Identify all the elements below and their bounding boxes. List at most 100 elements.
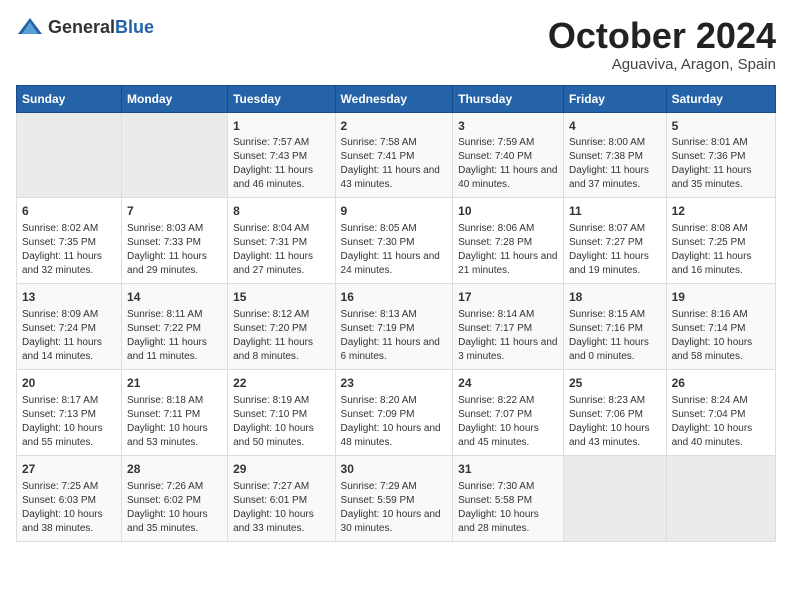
day-info: Sunrise: 8:08 AMSunset: 7:25 PMDaylight:… <box>672 222 770 278</box>
day-number: 15 <box>233 289 329 306</box>
day-info: Sunrise: 8:00 AMSunset: 7:38 PMDaylight:… <box>569 136 661 192</box>
calendar-cell <box>666 455 775 541</box>
day-number: 24 <box>458 375 558 392</box>
day-number: 13 <box>22 289 116 306</box>
title-block: October 2024 Aguaviva, Aragon, Spain <box>548 16 776 73</box>
day-number: 14 <box>127 289 222 306</box>
day-number: 17 <box>458 289 558 306</box>
day-info: Sunrise: 8:06 AMSunset: 7:28 PMDaylight:… <box>458 222 558 278</box>
calendar-cell <box>122 112 228 198</box>
day-info: Sunrise: 8:15 AMSunset: 7:16 PMDaylight:… <box>569 308 661 364</box>
logo-general: General <box>48 17 115 37</box>
day-number: 7 <box>127 203 222 220</box>
day-number: 3 <box>458 118 558 135</box>
calendar-cell: 3Sunrise: 7:59 AMSunset: 7:40 PMDaylight… <box>453 112 564 198</box>
day-info: Sunrise: 8:23 AMSunset: 7:06 PMDaylight:… <box>569 394 661 450</box>
calendar-cell: 2Sunrise: 7:58 AMSunset: 7:41 PMDaylight… <box>335 112 453 198</box>
calendar-cell: 22 Sunrise: 8:19 AMSunset: 7:10 PMDayligh… <box>228 369 335 455</box>
day-number: 30 <box>341 461 448 478</box>
day-number: 26 <box>672 375 770 392</box>
day-number: 27 <box>22 461 116 478</box>
day-info: Sunrise: 8:14 AMSunset: 7:17 PMDaylight:… <box>458 308 558 364</box>
day-info: Sunrise: 8:03 AMSunset: 7:33 PMDaylight:… <box>127 222 222 278</box>
day-number: 10 <box>458 203 558 220</box>
day-number: 31 <box>458 461 558 478</box>
day-number: 22 <box>233 375 329 392</box>
calendar-cell: 17 Sunrise: 8:14 AMSunset: 7:17 PMDayligh… <box>453 284 564 370</box>
calendar-cell: 1Sunrise: 7:57 AMSunset: 7:43 PMDaylight… <box>228 112 335 198</box>
day-info: Sunrise: 7:26 AMSunset: 6:02 PMDaylight:… <box>127 480 222 536</box>
day-number: 20 <box>22 375 116 392</box>
day-number: 18 <box>569 289 661 306</box>
calendar-cell: 28Sunrise: 7:26 AMSunset: 6:02 PMDayligh… <box>122 455 228 541</box>
page-header: GeneralBlue October 2024 Aguaviva, Arago… <box>16 16 776 73</box>
calendar-cell: 8 Sunrise: 8:04 AMSunset: 7:31 PMDaylight… <box>228 198 335 284</box>
day-number: 2 <box>341 118 448 135</box>
calendar-week-row: 1Sunrise: 7:57 AMSunset: 7:43 PMDaylight… <box>17 112 776 198</box>
calendar-cell: 15 Sunrise: 8:12 AMSunset: 7:20 PMDayligh… <box>228 284 335 370</box>
day-info: Sunrise: 8:07 AMSunset: 7:27 PMDaylight:… <box>569 222 661 278</box>
day-number: 12 <box>672 203 770 220</box>
calendar-cell: 5Sunrise: 8:01 AMSunset: 7:36 PMDaylight… <box>666 112 775 198</box>
calendar-cell: 26 Sunrise: 8:24 AMSunset: 7:04 PMDayligh… <box>666 369 775 455</box>
day-info: Sunrise: 7:59 AMSunset: 7:40 PMDaylight:… <box>458 136 558 192</box>
calendar-cell: 21Sunrise: 8:18 AMSunset: 7:11 PMDayligh… <box>122 369 228 455</box>
day-number: 25 <box>569 375 661 392</box>
day-number: 1 <box>233 118 329 135</box>
column-header-monday: Monday <box>122 85 228 112</box>
day-number: 9 <box>341 203 448 220</box>
day-info: Sunrise: 8:16 AMSunset: 7:14 PMDaylight:… <box>672 308 770 364</box>
calendar-cell: 18 Sunrise: 8:15 AMSunset: 7:16 PMDayligh… <box>563 284 666 370</box>
calendar-header-row: SundayMondayTuesdayWednesdayThursdayFrid… <box>17 85 776 112</box>
location-title: Aguaviva, Aragon, Spain <box>548 56 776 73</box>
logo-blue: Blue <box>115 17 154 37</box>
day-number: 16 <box>341 289 448 306</box>
calendar-week-row: 20Sunrise: 8:17 AMSunset: 7:13 PMDayligh… <box>17 369 776 455</box>
calendar-cell: 10 Sunrise: 8:06 AMSunset: 7:28 PMDayligh… <box>453 198 564 284</box>
calendar-table: SundayMondayTuesdayWednesdayThursdayFrid… <box>16 85 776 542</box>
day-info: Sunrise: 7:30 AMSunset: 5:58 PMDaylight:… <box>458 480 558 536</box>
day-info: Sunrise: 8:02 AMSunset: 7:35 PMDaylight:… <box>22 222 116 278</box>
day-info: Sunrise: 8:05 AMSunset: 7:30 PMDaylight:… <box>341 222 448 278</box>
calendar-cell: 30 Sunrise: 7:29 AMSunset: 5:59 PMDayligh… <box>335 455 453 541</box>
day-number: 29 <box>233 461 329 478</box>
calendar-week-row: 13 Sunrise: 8:09 AMSunset: 7:24 PMDayligh… <box>17 284 776 370</box>
calendar-week-row: 6 Sunrise: 8:02 AMSunset: 7:35 PMDaylight… <box>17 198 776 284</box>
calendar-cell: 16Sunrise: 8:13 AMSunset: 7:19 PMDayligh… <box>335 284 453 370</box>
day-info: Sunrise: 8:19 AMSunset: 7:10 PMDaylight:… <box>233 394 329 450</box>
month-title: October 2024 <box>548 16 776 56</box>
day-info: Sunrise: 8:12 AMSunset: 7:20 PMDaylight:… <box>233 308 329 364</box>
day-info: Sunrise: 7:27 AMSunset: 6:01 PMDaylight:… <box>233 480 329 536</box>
calendar-cell: 7 Sunrise: 8:03 AMSunset: 7:33 PMDaylight… <box>122 198 228 284</box>
calendar-cell: 20Sunrise: 8:17 AMSunset: 7:13 PMDayligh… <box>17 369 122 455</box>
day-info: Sunrise: 8:04 AMSunset: 7:31 PMDaylight:… <box>233 222 329 278</box>
calendar-cell <box>563 455 666 541</box>
logo-icon <box>16 16 44 38</box>
logo: GeneralBlue <box>16 16 154 38</box>
day-number: 21 <box>127 375 222 392</box>
calendar-cell: 11Sunrise: 8:07 AMSunset: 7:27 PMDayligh… <box>563 198 666 284</box>
day-info: Sunrise: 8:09 AMSunset: 7:24 PMDaylight:… <box>22 308 116 364</box>
calendar-cell: 6 Sunrise: 8:02 AMSunset: 7:35 PMDaylight… <box>17 198 122 284</box>
calendar-cell: 9 Sunrise: 8:05 AMSunset: 7:30 PMDaylight… <box>335 198 453 284</box>
day-number: 8 <box>233 203 329 220</box>
day-info: Sunrise: 8:01 AMSunset: 7:36 PMDaylight:… <box>672 136 770 192</box>
day-info: Sunrise: 7:29 AMSunset: 5:59 PMDaylight:… <box>341 480 448 536</box>
calendar-cell: 19Sunrise: 8:16 AMSunset: 7:14 PMDayligh… <box>666 284 775 370</box>
column-header-sunday: Sunday <box>17 85 122 112</box>
column-header-wednesday: Wednesday <box>335 85 453 112</box>
calendar-cell: 4Sunrise: 8:00 AMSunset: 7:38 PMDaylight… <box>563 112 666 198</box>
logo-text: GeneralBlue <box>48 17 154 38</box>
day-info: Sunrise: 8:24 AMSunset: 7:04 PMDaylight:… <box>672 394 770 450</box>
day-number: 4 <box>569 118 661 135</box>
day-number: 6 <box>22 203 116 220</box>
day-info: Sunrise: 7:57 AMSunset: 7:43 PMDaylight:… <box>233 136 329 192</box>
column-header-tuesday: Tuesday <box>228 85 335 112</box>
column-header-thursday: Thursday <box>453 85 564 112</box>
calendar-cell: 13 Sunrise: 8:09 AMSunset: 7:24 PMDayligh… <box>17 284 122 370</box>
calendar-cell: 31 Sunrise: 7:30 AMSunset: 5:58 PMDayligh… <box>453 455 564 541</box>
day-info: Sunrise: 7:58 AMSunset: 7:41 PMDaylight:… <box>341 136 448 192</box>
day-number: 23 <box>341 375 448 392</box>
calendar-cell: 24Sunrise: 8:22 AMSunset: 7:07 PMDayligh… <box>453 369 564 455</box>
calendar-cell <box>17 112 122 198</box>
